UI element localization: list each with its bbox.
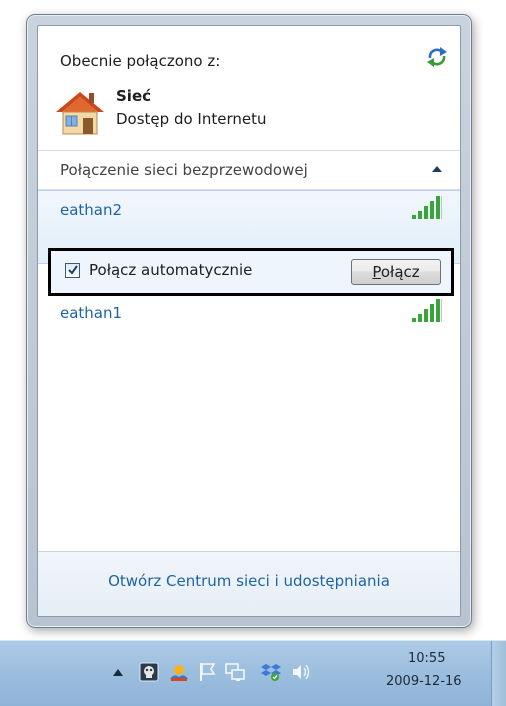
chevron-up-icon[interactable] bbox=[432, 165, 442, 173]
connected-to-label: Obecnie połączono z: bbox=[60, 52, 221, 70]
network-icon[interactable] bbox=[224, 661, 246, 683]
signal-strength-icon bbox=[412, 196, 442, 219]
network-flyout-content: Obecnie połączono z: Sieć Dostęp do Inte… bbox=[37, 25, 461, 617]
connect-button[interactable]: Połącz bbox=[351, 259, 441, 285]
show-desktop-button[interactable] bbox=[491, 641, 506, 706]
house-network-icon bbox=[56, 92, 104, 135]
current-network-name: Sieć bbox=[116, 87, 152, 105]
network-row-eathan1[interactable]: eathan1 bbox=[60, 304, 122, 322]
weather-icon[interactable] bbox=[168, 661, 190, 683]
current-network-access: Dostęp do Internetu bbox=[116, 110, 267, 128]
app-icon[interactable] bbox=[138, 661, 160, 683]
auto-connect-label: Połącz automatycznie bbox=[89, 261, 253, 279]
flyout-footer: Otwórz Centrum sieci i udostępniania bbox=[38, 551, 460, 616]
auto-connect-row: Połącz automatycznie Połącz bbox=[48, 248, 454, 296]
connect-button-mnemonic: P bbox=[372, 263, 381, 281]
action-center-flag-icon[interactable] bbox=[196, 661, 218, 683]
clock-date[interactable]: 2009-12-16 bbox=[386, 674, 462, 689]
wireless-section-header[interactable]: Połączenie sieci bezprzewodowej bbox=[38, 151, 460, 189]
dropbox-icon[interactable] bbox=[260, 661, 282, 683]
signal-strength-icon bbox=[412, 299, 442, 322]
auto-connect-checkbox[interactable] bbox=[65, 263, 80, 278]
network-ssid: eathan2 bbox=[60, 201, 123, 219]
open-network-center-link[interactable]: Otwórz Centrum sieci i udostępniania bbox=[38, 572, 460, 590]
connect-button-label: ołącz bbox=[380, 263, 420, 281]
refresh-icon[interactable] bbox=[424, 45, 450, 69]
show-hidden-icons-chevron-icon[interactable] bbox=[112, 667, 124, 677]
clock-time[interactable]: 10:55 bbox=[408, 651, 445, 666]
taskbar: 10:55 2009-12-16 bbox=[0, 640, 506, 706]
volume-icon[interactable] bbox=[290, 661, 312, 683]
checkmark-icon bbox=[68, 265, 78, 275]
wireless-section-label: Połączenie sieci bezprzewodowej bbox=[60, 161, 308, 179]
network-flyout: Obecnie połączono z: Sieć Dostęp do Inte… bbox=[26, 14, 472, 628]
